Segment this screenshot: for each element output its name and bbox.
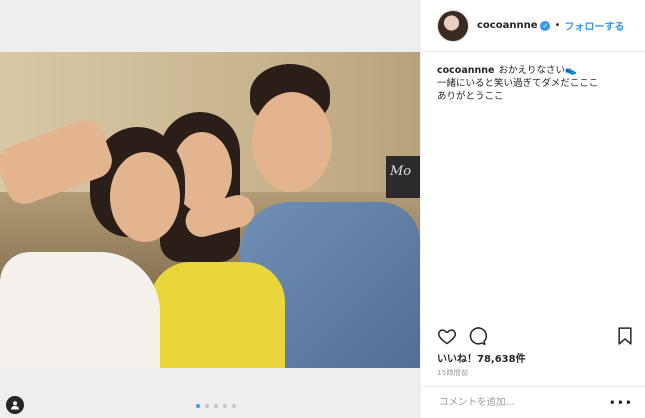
carousel-dot[interactable] [205,404,209,408]
person-left-white-shirt [0,252,160,368]
verified-badge-icon: ✓ [540,20,551,31]
avatar[interactable] [437,9,469,42]
bookmark-icon[interactable] [615,326,635,346]
post-timestamp[interactable]: 15時間前 [437,368,468,378]
header-username[interactable]: cocoannne [477,20,537,31]
heart-icon[interactable] [437,326,457,346]
action-bar [437,326,635,346]
comment-icon[interactable] [467,326,487,346]
caption-username[interactable]: cocoannne [437,65,494,76]
carousel-dot[interactable] [214,404,218,408]
wall-sign: Mo [386,156,420,198]
post-caption: cocoannne おかえりなさい👟 一緒にいると笑い過ぎてダメだこここ ありがと… [421,52,645,103]
post-photo[interactable]: Mo [0,52,420,368]
person-left-face [110,152,180,242]
caption-line: 一緒にいると笑い過ぎてダメだこここ [437,78,599,89]
post-sidebar: cocoannne ✓ • フォローする cocoannne おかえりなさい👟 一… [420,0,645,418]
comment-bar: ••• [421,386,645,418]
person-right-face [252,92,332,192]
comment-input[interactable] [437,396,609,409]
caption-line: ありがとうここ [437,91,504,102]
carousel-dot[interactable] [196,404,200,408]
carousel-indicator [196,404,236,408]
caption-line: おかえりなさい👟 [498,65,577,76]
follow-button[interactable]: フォローする [564,18,624,33]
media-pane: Mo [0,0,420,418]
like-count[interactable]: いいね！78,638件 [437,350,526,365]
user-tag-icon[interactable] [6,396,24,414]
person-center-yellow-sweater [150,262,285,368]
carousel-dot[interactable] [232,404,236,408]
more-icon[interactable]: ••• [609,396,633,410]
header-separator: • [554,20,561,31]
carousel-dot[interactable] [223,404,227,408]
post-header: cocoannne ✓ • フォローする [421,0,645,52]
